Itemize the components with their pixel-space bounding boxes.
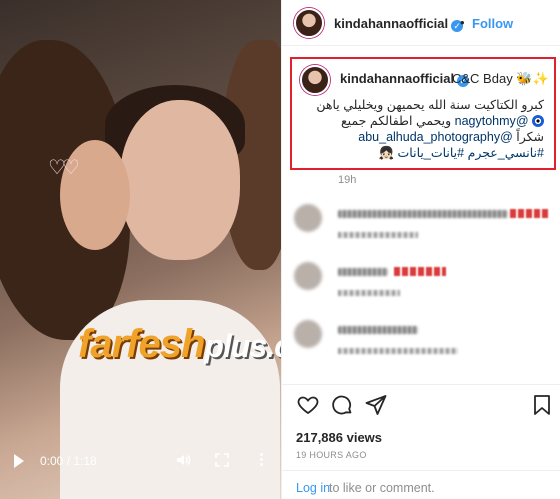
comment-meta-blurred [338, 232, 418, 238]
comment-avatar[interactable] [294, 262, 322, 290]
header-username[interactable]: kindahannaofficial ✓ [334, 16, 464, 32]
hair-clip-icon: ♡♡ [48, 157, 80, 179]
fullscreen-icon[interactable] [214, 452, 230, 468]
video-player[interactable]: ♡♡ farfeshplus.com 0:00 / 1:18 [0, 0, 281, 499]
comment-icon[interactable] [330, 393, 354, 417]
post-timestamp: 19 HOURS AGO [296, 450, 367, 460]
volume-icon[interactable] [175, 452, 191, 468]
username-text: kindahannaofficial [334, 16, 449, 31]
caption-line-1: كبرو الكتاكيت سنة الله يحميهن ويخليلي يا… [316, 98, 544, 112]
avatar[interactable] [294, 8, 324, 38]
comment-item [294, 204, 554, 244]
video-frame-face [120, 100, 240, 260]
caption-line-3: شكراً @abu_alhuda_photography [334, 129, 544, 145]
comment-meta-blurred [338, 348, 458, 354]
comment-text-blurred [338, 268, 388, 276]
caption-username-text: kindahannaofficial [340, 71, 455, 86]
video-time: 0:00 / 1:18 [40, 454, 97, 468]
video-controls: 0:00 / 1:18 [0, 448, 281, 474]
bookmark-icon[interactable] [530, 393, 554, 417]
caption-time-ago: 19h [338, 174, 357, 186]
comment-emoji-blurred [510, 209, 550, 218]
caption-line-2: @nagytohmy ويحمي اطفالكم جميع [334, 113, 544, 129]
comment-item [294, 320, 554, 360]
share-icon[interactable] [364, 393, 388, 417]
comment-text-blurred [338, 210, 508, 218]
watermark: farfeshplus.com [78, 322, 281, 367]
play-icon[interactable] [14, 454, 24, 468]
mention-photographer[interactable]: @abu_alhuda_photography [358, 130, 513, 144]
caption-highlight: kindahannaofficial ✓ C&C Bday 🐝✨ كبرو الك… [290, 57, 556, 170]
login-link[interactable]: Log in [296, 481, 330, 495]
post-panel: kindahannaofficial ✓ • Follow kindahannao… [281, 0, 560, 499]
caption-line-2-text: ويحمي اطفالكم جميع [341, 114, 455, 128]
comment-meta-blurred [338, 290, 400, 296]
caption-title: C&C Bday 🐝✨ [452, 71, 549, 86]
comment-avatar[interactable] [294, 204, 322, 232]
comment-item [294, 262, 554, 302]
login-prompt-text: to like or comment. [329, 481, 435, 495]
comment-emoji-blurred [394, 267, 446, 276]
login-prompt: Log in to like or comment. [282, 470, 560, 499]
separator-dot: • [460, 15, 465, 30]
heart-icon[interactable] [296, 393, 320, 417]
caption-username[interactable]: kindahannaofficial ✓ [340, 71, 470, 87]
view-count[interactable]: 217,886 views [296, 430, 382, 445]
caption-line-3-text: شكراً [512, 130, 544, 144]
action-bar [282, 384, 560, 426]
caption-text: كبرو الكتاكيت سنة الله يحميهن ويخليلي يا… [316, 97, 544, 161]
comment-avatar[interactable] [294, 320, 322, 348]
post-header: kindahannaofficial ✓ • Follow [282, 0, 560, 46]
evil-eye-icon [532, 115, 544, 127]
caption-hashtags[interactable]: #نانسي_عجرم #يانات_يانات 👧🏻 [334, 145, 544, 161]
more-vertical-icon[interactable] [260, 451, 266, 468]
watermark-plus: plus.com [204, 328, 281, 364]
mention-nagytohmy[interactable]: @nagytohmy [455, 114, 529, 128]
caption-avatar[interactable] [300, 65, 330, 95]
watermark-main: farfesh [78, 322, 205, 366]
comment-text-blurred [338, 326, 418, 334]
follow-button[interactable]: Follow [472, 16, 513, 31]
